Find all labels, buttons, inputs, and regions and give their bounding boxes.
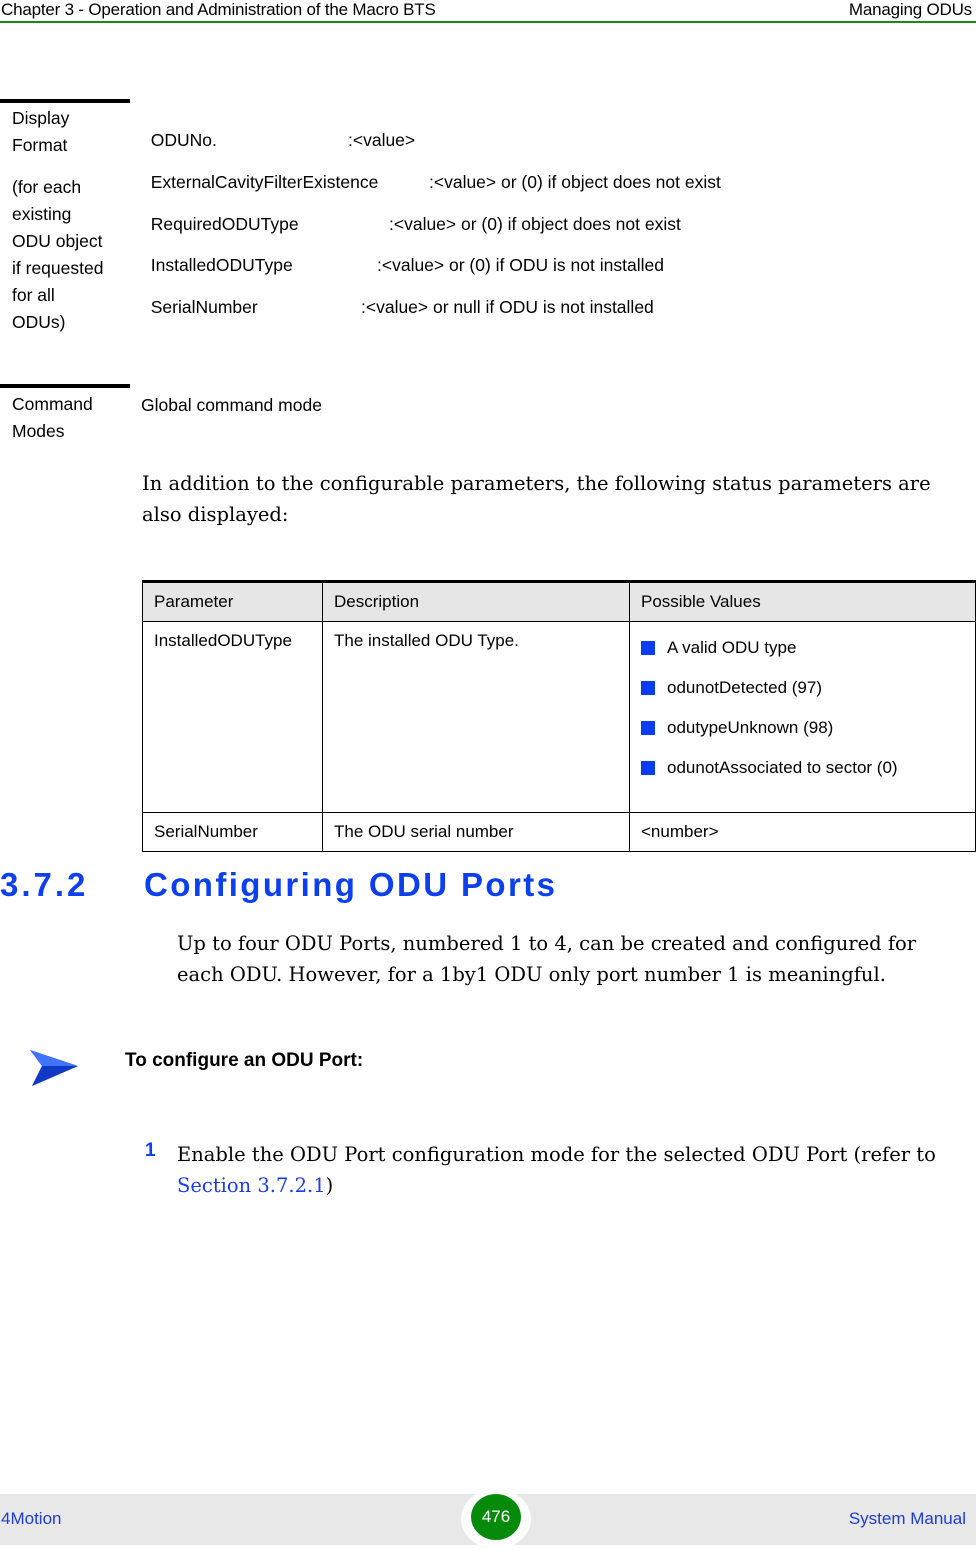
display-format-line: SerialNumber :<value> or null if ODU is n… [141,276,654,318]
step-number: 1 [145,1140,156,1161]
column-header-description: Description [322,581,630,622]
field-value: :<value> or (0) if object does not exist [429,172,721,192]
page-number-badge: 476 [471,1494,521,1540]
square-bullet-icon [641,681,655,695]
step-body: Enable the ODU Port configuration mode f… [177,1143,936,1166]
status-parameters-table: Parameter Description Possible Values In… [142,580,976,852]
display-format-line: ExternalCavityFilterExistence :<value> or… [141,151,721,193]
field-value: :<value> [348,130,416,150]
intro-paragraph: In addition to the configurable paramete… [142,472,931,526]
square-bullet-icon [641,761,655,775]
display-format-line: RequiredODUType :<value> or (0) if object… [141,193,681,235]
label-line: for all [12,285,55,305]
label-line: (for each [12,177,82,197]
label-line: Format [12,135,68,155]
cell-description: The installed ODU Type. [322,621,630,813]
field-name: RequiredODUType [150,214,299,234]
value-text: odunotDetected (97) [667,678,822,697]
section-title-header: Managing ODUs [848,0,972,19]
section-link[interactable]: Section 3.7.2.1 [177,1174,326,1197]
column-header-parameter: Parameter [142,581,323,622]
arrow-right-icon [30,1050,78,1086]
display-format-line: InstalledODUType :<value> or (0) if ODU i… [141,234,664,276]
possible-values-list: A valid ODU type odunotDetected (97) odu… [641,623,964,793]
footer-doc-title: System Manual [848,1509,966,1528]
field-value: :<value> or null if ODU is not installed [361,297,654,317]
table-header-row: Parameter Description Possible Values [142,581,976,622]
label-line: Command [12,394,93,414]
square-bullet-icon [641,721,655,735]
column-header-possible-values: Possible Values [629,581,976,622]
chapter-title: Chapter 3 - Operation and Administration… [1,0,436,19]
value-text: A valid ODU type [667,638,797,657]
header-divider [0,21,976,23]
cell-possible-values: <number> [629,812,976,852]
field-name: ODUNo. [150,130,217,150]
display-format-rule [0,99,130,103]
field-name: ExternalCavityFilterExistence [150,172,379,192]
list-item: odunotAssociated to sector (0) [641,743,964,793]
footer-product: 4Motion [1,1509,62,1528]
field-value: :<value> or (0) if ODU is not installed [377,255,664,275]
step-text: Enable the ODU Port configuration mode f… [177,1139,967,1201]
command-modes-rule [0,384,130,388]
display-format-line: ODUNo. :<value> [141,109,415,151]
label-line: if requested [12,258,104,278]
label-line: Modes [12,421,65,441]
field-name: SerialNumber [150,297,258,317]
label-line: ODUs) [12,312,66,332]
value-text: odunotAssociated to sector (0) [667,758,898,777]
label-line: existing [12,204,72,224]
label-line: ODU object [12,231,103,251]
table-row: InstalledODUType The installed ODU Type.… [142,621,976,813]
cell-possible-values: A valid ODU type odunotDetected (97) odu… [629,621,976,813]
field-value: :<value> or (0) if object does not exist [389,214,681,234]
cell-parameter: SerialNumber [142,812,323,852]
display-format-label: Display Format (for each existing ODU ob… [12,105,122,336]
cell-parameter: InstalledODUType [142,621,323,813]
section-heading: Configuring ODU Ports [144,866,558,903]
section-paragraph: Up to four ODU Ports, numbered 1 to 4, c… [177,932,917,986]
command-modes-label: Command Modes [12,391,122,445]
step-suffix: ) [325,1174,334,1197]
field-name: InstalledODUType [150,255,293,275]
table-row: SerialNumber The ODU serial number <numb… [142,812,976,852]
cell-description: The ODU serial number [322,812,630,852]
square-bullet-icon [641,641,655,655]
section-number: 3.7.2 [0,866,89,903]
value-text: odutypeUnknown (98) [667,718,834,737]
label-line: Display [12,108,70,128]
procedure-title: To configure an ODU Port: [125,1050,364,1071]
command-mode-value: Global command mode [141,395,322,415]
